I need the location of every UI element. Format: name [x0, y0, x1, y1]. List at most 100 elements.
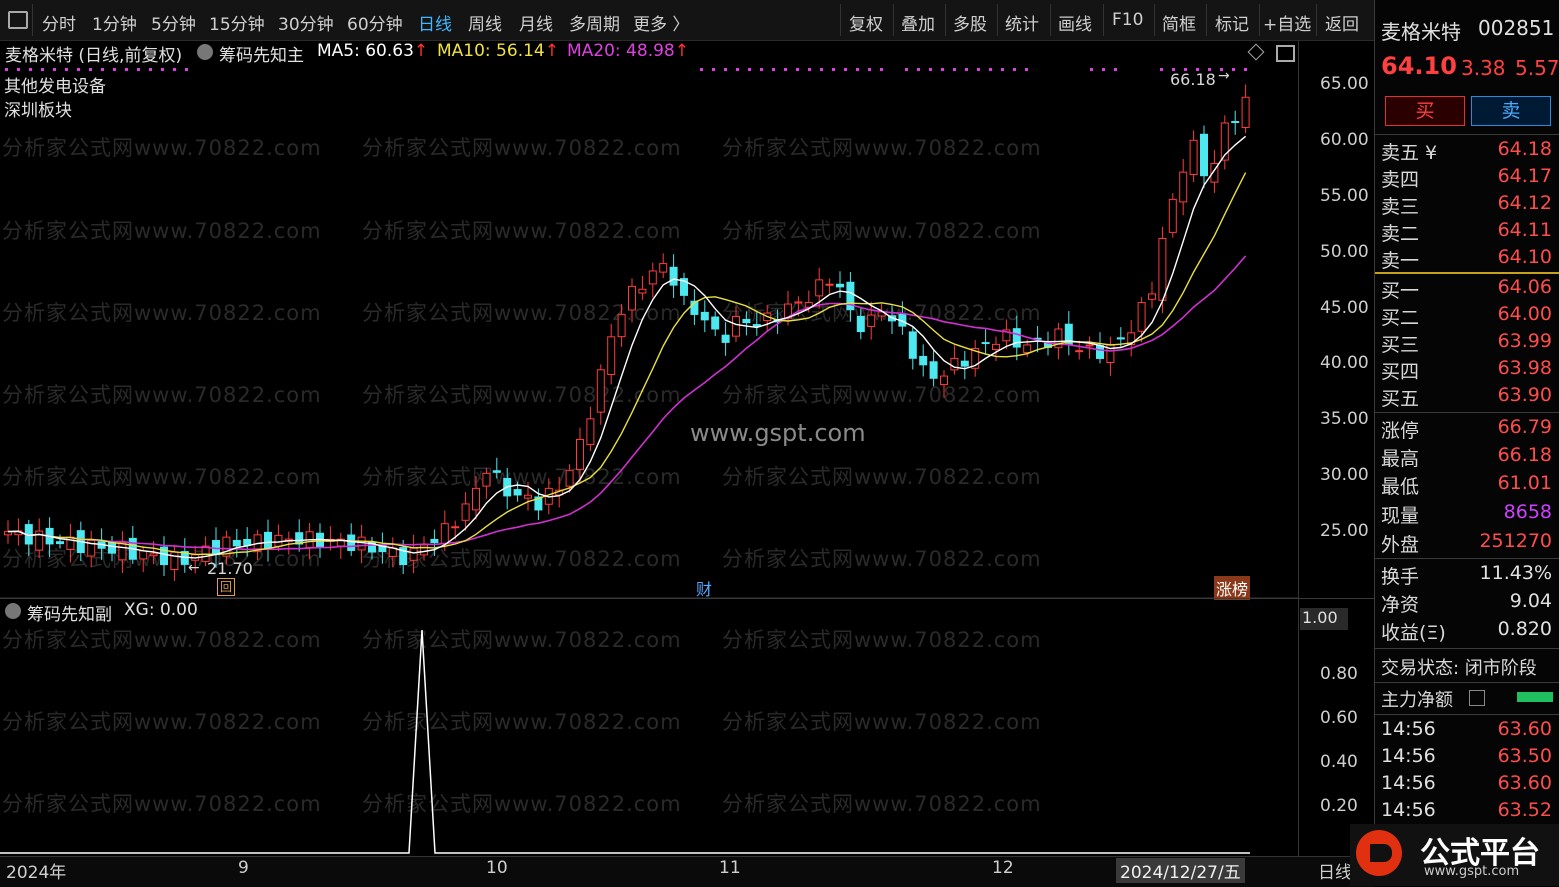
volume-value: 8658 — [1503, 501, 1552, 523]
sub-tick: 0.40 — [1320, 752, 1358, 772]
x-label-sep: 9 — [238, 858, 249, 878]
tab-30min[interactable]: 30分钟 — [278, 10, 334, 35]
signal-dot — [760, 68, 763, 71]
price-tick: 65.00 — [1320, 74, 1369, 94]
candle-down — [243, 538, 252, 546]
buy-button[interactable]: 买 — [1385, 96, 1465, 126]
logo-g-cut — [1370, 844, 1392, 862]
tab-15min[interactable]: 15分钟 — [209, 10, 265, 35]
f10-button[interactable]: F10 — [1112, 10, 1143, 30]
tab-more[interactable]: 更多 〉 — [633, 10, 689, 35]
fuquan-button[interactable]: 复权 — [849, 10, 883, 35]
tab-60min[interactable]: 60分钟 — [347, 10, 403, 35]
tab-fenshi[interactable]: 分时 — [42, 10, 76, 35]
candle-down — [836, 283, 844, 288]
candle-down — [919, 355, 928, 366]
candle-up — [1148, 293, 1156, 300]
back-button[interactable]: 返回 — [1325, 10, 1359, 35]
signal-dot — [5, 68, 8, 71]
signal-dot — [65, 68, 68, 71]
ask1-price[interactable]: 64.10 — [1498, 246, 1552, 268]
bid2-price[interactable]: 64.00 — [1498, 303, 1552, 325]
signal-dot — [724, 68, 727, 71]
candle-down — [347, 534, 356, 551]
candle-up — [659, 263, 668, 273]
ask3-price[interactable]: 64.12 — [1498, 192, 1552, 214]
add-watchlist-button[interactable]: +自选 — [1263, 10, 1311, 35]
sub-indicator-chart[interactable] — [0, 600, 1298, 856]
top-gainer-marker[interactable]: 涨榜 — [1214, 576, 1251, 600]
main-net-label[interactable]: 主力净额 — [1381, 686, 1453, 712]
mark-button[interactable]: 标记 — [1215, 10, 1249, 35]
multi-stock-button[interactable]: 多股 — [953, 10, 987, 35]
candle-up — [794, 301, 803, 304]
last-price: 64.10 — [1381, 52, 1457, 80]
candle-up — [596, 369, 605, 413]
tick-price: 63.60 — [1497, 772, 1552, 794]
tab-multi-period[interactable]: 多周期 — [569, 10, 620, 35]
signal-dot — [736, 68, 739, 71]
bid1-price[interactable]: 64.06 — [1498, 276, 1552, 298]
sell-button[interactable]: 卖 — [1471, 96, 1551, 126]
signal-dot — [905, 68, 908, 71]
candle-up — [1085, 344, 1094, 347]
candle-down — [1096, 345, 1104, 359]
diamond-icon[interactable] — [1247, 43, 1265, 61]
signal-dot — [1090, 68, 1093, 71]
tick-price: 63.60 — [1497, 718, 1552, 740]
cursor-date: 2024/12/27/五 — [1116, 858, 1245, 883]
signal-dot — [41, 68, 44, 71]
tab-monthly[interactable]: 月线 — [519, 10, 553, 35]
tab-weekly[interactable]: 周线 — [468, 10, 502, 35]
tab-5min[interactable]: 5分钟 — [151, 10, 196, 35]
up-arrow-icon: ↑ — [544, 41, 559, 61]
ask2-price[interactable]: 64.11 — [1498, 219, 1552, 241]
bid4-price[interactable]: 63.98 — [1498, 357, 1552, 379]
review-marker[interactable]: 回 — [217, 578, 235, 596]
panel-toggle-icon[interactable] — [8, 11, 28, 29]
tab-daily[interactable]: 日线 — [418, 10, 452, 35]
candle-up — [628, 285, 636, 311]
candle-up — [825, 283, 834, 286]
outer-label: 外盘 — [1381, 534, 1420, 556]
candle-up — [565, 469, 574, 487]
ma20-line — [7, 255, 1247, 551]
turnover-value: 11.43% — [1479, 562, 1552, 584]
overlay-button[interactable]: 叠加 — [901, 10, 935, 35]
candle-up — [440, 523, 449, 545]
list-icon[interactable] — [1469, 690, 1485, 706]
signal-dot — [868, 68, 871, 71]
signal-dot — [101, 68, 104, 71]
candle-down — [232, 539, 241, 547]
candlestick-chart[interactable] — [0, 60, 1298, 600]
signal-dot — [113, 68, 116, 71]
candle-up — [1137, 302, 1146, 332]
ask3-label: 卖三 — [1381, 196, 1420, 218]
ask5-price[interactable]: 64.18 — [1498, 138, 1552, 160]
logo-url: www.gspt.com — [1424, 864, 1520, 879]
net-asset-value: 9.04 — [1509, 590, 1552, 612]
tick-time: 14:56 — [1381, 799, 1436, 821]
signal-dot — [953, 68, 956, 71]
finance-marker[interactable]: 财 — [696, 576, 712, 600]
signal-dot — [832, 68, 835, 71]
simple-frame-button[interactable]: 简框 — [1162, 10, 1196, 35]
sub-axis-top: 1.00 — [1300, 608, 1348, 630]
indicator-toggle-icon[interactable] — [197, 44, 213, 60]
price-tick: 60.00 — [1320, 130, 1369, 150]
tick-price: 63.50 — [1497, 745, 1552, 767]
stats-button[interactable]: 统计 — [1005, 10, 1039, 35]
ask4-price[interactable]: 64.17 — [1498, 165, 1552, 187]
spread-divider — [1375, 272, 1559, 274]
ma10-value: MA10: 56.14 — [437, 41, 545, 61]
candle-up — [451, 526, 460, 529]
bid5-label: 买五 — [1381, 388, 1420, 410]
net-asset-label: 净资 — [1381, 594, 1420, 616]
bid3-price[interactable]: 63.99 — [1498, 330, 1552, 352]
candle-down — [742, 318, 751, 324]
tab-1min[interactable]: 1分钟 — [92, 10, 137, 35]
signal-dot — [1244, 68, 1247, 71]
bid5-price[interactable]: 63.90 — [1498, 384, 1552, 406]
ma20-label: MA20: 48.98↑ — [567, 41, 689, 61]
draw-line-button[interactable]: 画线 — [1058, 10, 1092, 35]
